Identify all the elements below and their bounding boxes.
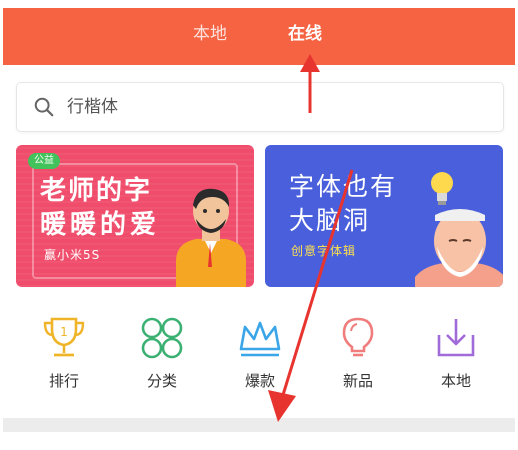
category-label: 本地 bbox=[440, 372, 471, 390]
section-divider bbox=[3, 418, 515, 432]
lightbulb-icon bbox=[342, 317, 374, 357]
category-popular[interactable]: 爆款 bbox=[220, 315, 300, 391]
category-new[interactable]: 新品 bbox=[318, 315, 398, 391]
four-circles-icon bbox=[141, 317, 183, 359]
top-tab-bar: 本地 在线 bbox=[3, 8, 515, 65]
trophy-icon: 1 bbox=[43, 317, 85, 357]
category-ranking[interactable]: 1 排行 bbox=[24, 315, 104, 391]
lightbulb-icon bbox=[431, 172, 453, 205]
tab-online[interactable]: 在线 bbox=[288, 22, 322, 46]
banner-title-line1: 老师的字 bbox=[40, 176, 153, 206]
thinker-illustration bbox=[415, 209, 503, 287]
teacher-illustration bbox=[176, 188, 246, 287]
download-box-icon bbox=[437, 319, 475, 357]
svg-text:1: 1 bbox=[60, 325, 68, 339]
banner-title-line2: 暖暖的爱 bbox=[40, 210, 161, 240]
banner-title-line2: 大脑洞 bbox=[289, 206, 371, 235]
search-placeholder: 行楷体 bbox=[67, 97, 118, 117]
category-local[interactable]: 本地 bbox=[416, 315, 496, 391]
banner-title-line1: 字体也有 bbox=[289, 172, 398, 201]
category-classify[interactable]: 分类 bbox=[122, 315, 202, 391]
category-label: 爆款 bbox=[244, 372, 275, 390]
banner-teacher-font[interactable]: 公益 老师的字 暖暖的爱 赢小米5S bbox=[16, 145, 254, 287]
tab-local[interactable]: 本地 bbox=[193, 22, 227, 46]
banner-subtitle: 赢小米5S bbox=[44, 248, 101, 262]
category-label: 排行 bbox=[48, 372, 79, 390]
category-label: 新品 bbox=[342, 372, 373, 390]
search-icon bbox=[34, 97, 54, 117]
charity-badge: 公益 bbox=[28, 153, 60, 169]
crown-icon bbox=[239, 321, 281, 357]
banner-creative-font[interactable]: 字体也有 大脑洞 创意字体辑 bbox=[265, 145, 503, 287]
banner-subtitle: 创意字体辑 bbox=[291, 244, 357, 258]
category-label: 分类 bbox=[146, 372, 177, 390]
search-input[interactable]: 行楷体 bbox=[16, 82, 504, 132]
